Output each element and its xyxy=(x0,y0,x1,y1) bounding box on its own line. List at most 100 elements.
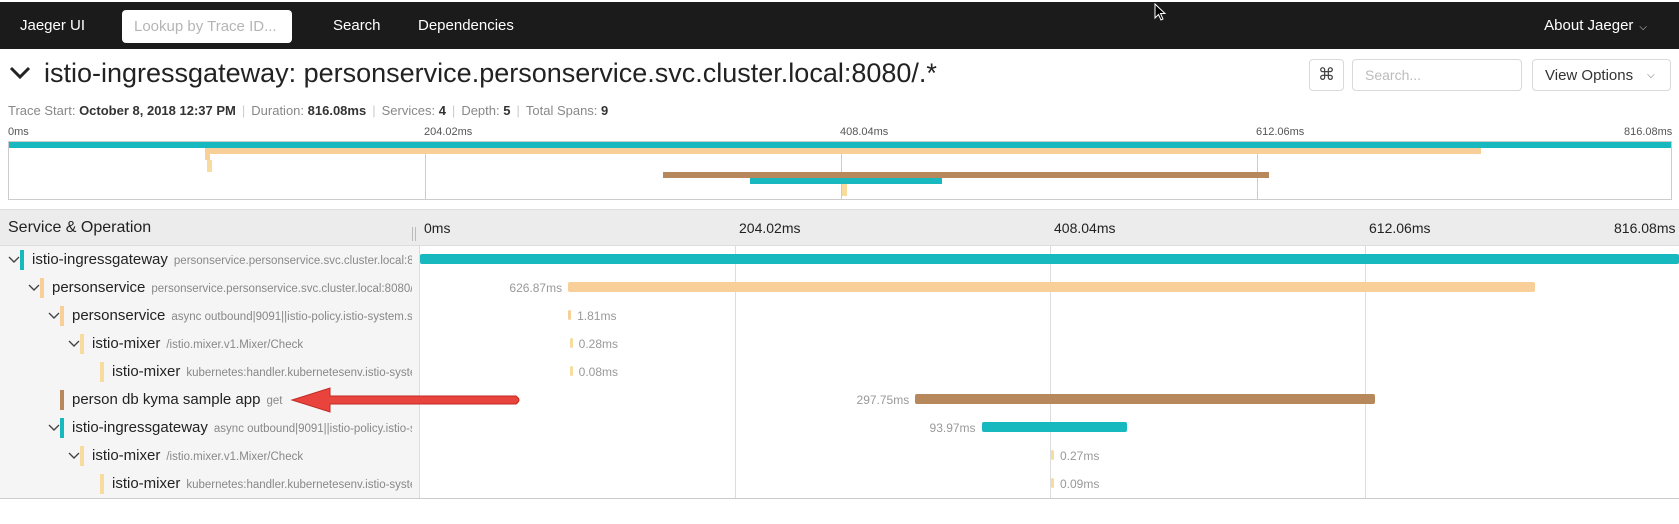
span-duration-bar[interactable] xyxy=(568,310,572,320)
span-operation-name: /istio.mixer.v1.Mixer/Check xyxy=(166,451,304,463)
span-label[interactable]: istio-ingressgateway personservice.person… xyxy=(32,246,412,274)
span-operation-name: async outbound|9091||istio-policy.istio-… xyxy=(213,423,412,435)
span-label[interactable]: personservice personservice.personservice… xyxy=(52,274,412,302)
span-label[interactable]: istio-ingressgateway async outbound|9091|… xyxy=(72,414,412,442)
timeline-tick-label: 612.06ms xyxy=(1369,220,1431,236)
column-resize-handle[interactable] xyxy=(412,227,416,241)
trace-start-label: Trace Start: xyxy=(8,103,76,118)
service-color-marker xyxy=(20,250,24,270)
trace-start-value: October 8, 2018 12:37 PM xyxy=(79,103,236,118)
timeline-header: Service & Operation 0ms 204.02ms 408.04m… xyxy=(0,209,1679,246)
span-operation-name: kubernetes:handler.kubernetesenv.istio-s… xyxy=(186,367,412,379)
span-duration-label: 0.08ms xyxy=(578,365,618,379)
service-color-marker xyxy=(100,362,104,382)
minimap-tick-label: 204.02ms xyxy=(424,126,473,138)
service-color-marker xyxy=(60,418,64,438)
duration-value: 816.08ms xyxy=(307,103,367,118)
span-duration-label: 1.81ms xyxy=(577,309,617,323)
depth-label: Depth: xyxy=(461,103,500,118)
minimap-span-bar xyxy=(206,166,212,172)
span-duration-bar[interactable] xyxy=(568,282,1536,292)
collapse-span-chevron-icon[interactable] xyxy=(68,449,80,461)
keyboard-shortcuts-button[interactable]: ⌘ xyxy=(1309,59,1344,91)
depth-value: 5 xyxy=(503,103,511,118)
span-duration-bar[interactable] xyxy=(1050,478,1054,488)
service-color-marker xyxy=(60,390,64,410)
span-row[interactable]: person db kyma sample app get 297.75ms xyxy=(0,386,1679,414)
service-color-marker xyxy=(80,334,84,354)
span-duration-bar[interactable] xyxy=(569,338,573,348)
span-row[interactable]: istio-mixer kubernetes:handler.kubernetes… xyxy=(0,470,1679,498)
minimap-span-bar xyxy=(204,148,1482,154)
span-rows: istio-ingressgateway personservice.person… xyxy=(0,246,1679,498)
chevron-down-icon: ⌵ xyxy=(1647,69,1655,81)
nav-search-link[interactable]: Search xyxy=(333,17,381,34)
minimap-span-bar xyxy=(841,190,847,196)
span-duration-label: 93.97ms xyxy=(929,421,976,435)
collapse-span-chevron-icon[interactable] xyxy=(48,421,60,433)
span-row[interactable]: istio-mixer kubernetes:handler.kubernetes… xyxy=(0,358,1679,386)
divider: | xyxy=(241,103,246,118)
timeline-tick-label: 0ms xyxy=(424,220,451,236)
span-label[interactable]: istio-mixer/istio.mixer.v1.Mixer/Check xyxy=(92,330,412,358)
span-row[interactable]: istio-mixer/istio.mixer.v1.Mixer/Check 0.… xyxy=(0,442,1679,470)
annotation-arrow-icon xyxy=(290,387,520,413)
span-duration-label: 297.75ms xyxy=(856,393,910,407)
collapse-trace-chevron-icon[interactable] xyxy=(8,61,32,85)
timeline-tick-label: 408.04ms xyxy=(1054,220,1116,236)
span-row[interactable]: istio-ingressgateway personservice.person… xyxy=(0,246,1679,274)
span-label[interactable]: istio-mixer kubernetes:handler.kubernetes… xyxy=(112,470,412,498)
span-duration-bar[interactable] xyxy=(981,422,1127,432)
span-service-name: person db kyma sample app get xyxy=(72,391,283,408)
span-duration-label: 0.09ms xyxy=(1059,477,1100,491)
span-duration-bar[interactable] xyxy=(915,394,1375,404)
span-service-name: istio-mixer/istio.mixer.v1.Mixer/Check xyxy=(92,335,304,352)
total-spans-value: 9 xyxy=(601,103,609,118)
span-service-name: personservice async outbound|9091||istio-… xyxy=(72,307,412,324)
span-duration-bar[interactable] xyxy=(420,254,1679,264)
span-label[interactable]: istio-mixer kubernetes:handler.kubernetes… xyxy=(112,358,412,386)
divider xyxy=(0,498,1679,499)
total-spans-label: Total Spans: xyxy=(525,103,598,118)
nav-dependencies-link[interactable]: Dependencies xyxy=(418,17,514,34)
service-color-marker xyxy=(60,306,64,326)
minimap-tick-label: 0ms xyxy=(8,126,29,138)
span-duration-bar[interactable] xyxy=(569,366,573,376)
span-operation-name: get xyxy=(266,395,283,407)
span-duration-bar[interactable] xyxy=(1050,450,1054,460)
span-row[interactable]: istio-mixer/istio.mixer.v1.Mixer/Check 0.… xyxy=(0,330,1679,358)
about-jaeger-label: About Jaeger xyxy=(1544,17,1634,34)
trace-search-input[interactable] xyxy=(1352,59,1522,91)
service-operation-header: Service & Operation xyxy=(8,219,152,236)
span-row[interactable]: istio-ingressgateway async outbound|9091|… xyxy=(0,414,1679,442)
duration-label: Duration: xyxy=(251,103,305,118)
span-label[interactable]: istio-mixer/istio.mixer.v1.Mixer/Check xyxy=(92,442,412,470)
span-service-name: istio-mixer/istio.mixer.v1.Mixer/Check xyxy=(92,447,304,464)
collapse-span-chevron-icon[interactable] xyxy=(8,253,20,265)
span-service-name: personservice personservice.personservice… xyxy=(52,279,412,296)
collapse-span-chevron-icon[interactable] xyxy=(48,309,60,321)
top-nav: Jaeger UI Search Dependencies About Jaeg… xyxy=(0,2,1679,49)
timeline-tick-label: 204.02ms xyxy=(739,220,801,236)
span-service-name: istio-ingressgateway personservice.person… xyxy=(32,251,412,268)
trace-id-lookup-input[interactable] xyxy=(122,10,292,43)
trace-minimap[interactable] xyxy=(8,141,1672,200)
span-service-name: istio-mixer kubernetes:handler.kubernetes… xyxy=(112,363,412,380)
collapse-span-chevron-icon[interactable] xyxy=(28,281,40,293)
span-label[interactable]: personservice async outbound|9091||istio-… xyxy=(72,302,412,330)
span-row[interactable]: personservice async outbound|9091||istio-… xyxy=(0,302,1679,330)
trace-title: istio-ingressgateway: personservice.pers… xyxy=(44,58,937,88)
brand-link[interactable]: Jaeger UI xyxy=(20,17,85,34)
span-service-name: istio-ingressgateway async outbound|9091|… xyxy=(72,419,412,436)
command-icon: ⌘ xyxy=(1318,65,1335,84)
about-jaeger-menu[interactable]: About Jaeger ⌵ xyxy=(1544,17,1647,34)
divider: | xyxy=(372,103,376,118)
view-options-dropdown[interactable]: View Options ⌵ xyxy=(1532,59,1671,91)
divider: | xyxy=(451,103,456,118)
span-row[interactable]: personservice personservice.personservice… xyxy=(0,274,1679,302)
view-options-label: View Options xyxy=(1545,66,1634,84)
collapse-span-chevron-icon[interactable] xyxy=(68,337,80,349)
span-operation-name: personservice.personservice.svc.cluster.… xyxy=(173,255,412,267)
span-operation-name: kubernetes:handler.kubernetesenv.istio-s… xyxy=(186,479,412,491)
span-operation-name: personservice.personservice.svc.cluster.… xyxy=(151,283,412,295)
